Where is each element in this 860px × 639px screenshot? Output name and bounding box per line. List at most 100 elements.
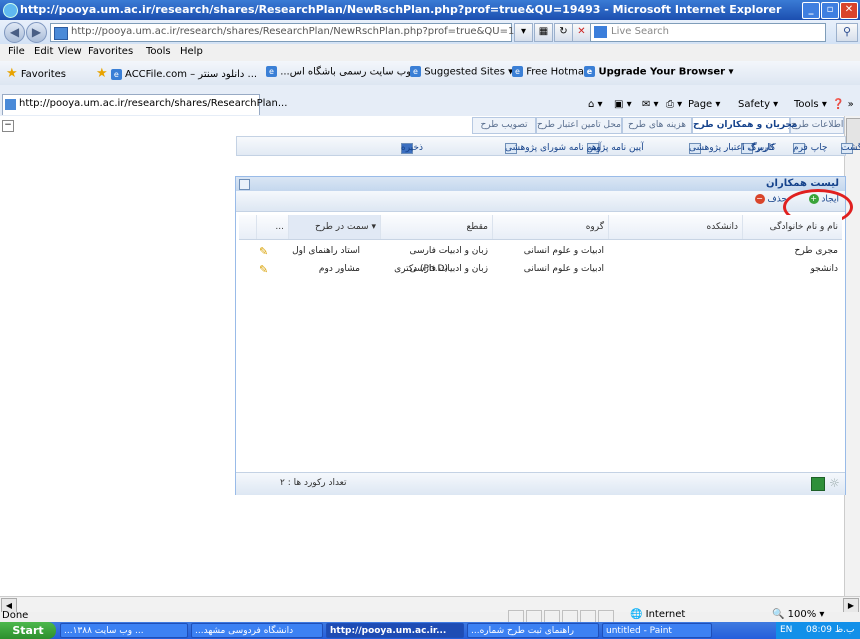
fav-item-free-hotmail[interactable]: e Free Hotmail [512, 66, 590, 78]
window-title: http://pooya.um.ac.ir/research/shares/Re… [20, 3, 782, 16]
compatibility-icon[interactable]: ▦ [534, 23, 553, 42]
minimize-button[interactable]: _ [802, 2, 820, 19]
app-toolbar: بازگشت چاپ فرم کاربرگ ۱ کاربرگ اعتبار پژ… [236, 136, 860, 156]
cell-degree: دکتری (Ph.D) [394, 264, 448, 274]
safety-menu[interactable]: Safety ▾ [738, 99, 778, 110]
address-dropdown-button[interactable]: ▾ [514, 23, 533, 42]
page-menu[interactable]: Page ▾ [688, 99, 720, 110]
menu-tools[interactable]: Tools [146, 46, 171, 57]
address-row: ◀ ▶ http://pooya.um.ac.ir/research/share… [0, 20, 860, 44]
language-indicator[interactable]: EN [780, 622, 792, 639]
tab-row: http://pooya.um.ac.ir/research/shares/Re… [0, 85, 860, 117]
stop-icon[interactable]: ✕ [572, 23, 591, 42]
excel-export-icon[interactable] [811, 477, 825, 491]
table-row[interactable]: مجری طرح ادبیات و علوم انسانی زبان و ادب… [239, 243, 842, 259]
edit-icon[interactable]: ✎ [259, 245, 268, 258]
task-item[interactable]: ...دانشگاه فردوسی مشهد [191, 623, 323, 638]
back-button[interactable]: ◀ [4, 22, 25, 43]
vertical-scrollbar[interactable] [844, 116, 860, 596]
col-role[interactable]: سمت در طرح ▾ [288, 215, 380, 239]
col-faculty[interactable]: دانشکده [608, 215, 742, 239]
delete-icon: − [754, 194, 765, 204]
close-button[interactable]: ✕ [840, 2, 858, 19]
scroll-right-icon[interactable]: ▶ [843, 598, 859, 613]
home-icon[interactable]: ⌂ ▾ [588, 99, 603, 110]
page-icon [54, 27, 68, 40]
panel-collapse-icon[interactable] [239, 179, 250, 190]
system-tray: EN 08:09 ب.ظ [776, 622, 860, 639]
search-input[interactable]: Live Search [590, 23, 826, 42]
forward-button[interactable]: ▶ [26, 22, 47, 43]
cell-role: مشاور دوم [318, 264, 360, 274]
app-tabs: اطلاعات طرح مجریان و همکاران طرح هزینه ه… [440, 117, 844, 134]
menu-edit[interactable]: Edit [34, 46, 53, 57]
cell-empty [608, 243, 612, 259]
live-search-icon [594, 26, 607, 38]
fav-item-upgrade-browser[interactable]: e Upgrade Your Browser ▾ [584, 66, 734, 78]
taskbar: Start ...وب سایت ۱۳۸۸ ... ...دانشگاه فرد… [0, 622, 860, 639]
fav-item-club-site[interactable]: e ...وب سایت رسمی باشگاه اس [266, 66, 411, 78]
panel-header: لیست همکاران [236, 177, 845, 191]
col-more[interactable]: ... [256, 215, 288, 239]
tab-collaborators[interactable]: مجریان و همکاران طرح [692, 117, 798, 134]
task-item[interactable]: ...راهنمای ثبت طرح شماره [467, 623, 599, 638]
address-bar[interactable]: http://pooya.um.ac.ir/research/shares/Re… [50, 23, 540, 42]
cell-empty [608, 261, 612, 277]
ie-page-icon: e [584, 66, 595, 77]
table-row[interactable]: دانشجو ادبیات و علوم انسانی زبان و ادبیا… [239, 261, 842, 277]
tab-plan-info[interactable]: اطلاعات طرح [790, 117, 844, 134]
task-item[interactable]: ...وب سایت ۱۳۸۸ ... [60, 623, 188, 638]
ie-page-icon: e [110, 68, 122, 80]
menu-help[interactable]: Help [180, 46, 203, 57]
panel-title: لیست همکاران [765, 178, 839, 189]
add-favorite-icon: ★ [96, 66, 108, 81]
horizontal-scrollbar[interactable]: ◀ ▶ [0, 596, 860, 613]
tab-approval[interactable]: تصویب طرح [472, 117, 536, 134]
status-text: Done [2, 610, 29, 621]
favorites-button[interactable]: ★ Favorites [6, 66, 66, 81]
col-group[interactable]: گروه [492, 215, 608, 239]
ie-page-icon: e [266, 66, 277, 77]
task-item-active[interactable]: http://pooya.um.ac.ir... [326, 623, 464, 638]
tools-menu[interactable]: Tools ▾ [794, 99, 827, 110]
refresh-icon[interactable]: ↻ [554, 23, 573, 42]
maximize-button[interactable]: ▫ [821, 2, 839, 19]
cell-faculty: ادبیات و علوم انسانی [523, 246, 604, 256]
cell-name: مجری طرح [794, 246, 838, 256]
grid-header: نام و نام خانوادگی دانشکده گروه مقطع سمت… [239, 215, 842, 240]
collapse-icon[interactable]: − [2, 120, 14, 132]
browser-tab[interactable]: http://pooya.um.ac.ir/research/shares/Re… [2, 94, 287, 115]
print-icon[interactable]: ⎙ ▾ [666, 99, 682, 110]
clock: 08:09 ب.ظ [806, 625, 855, 635]
col-degree[interactable]: مقطع [380, 215, 492, 239]
security-zone[interactable]: 🌐 Internet [630, 609, 685, 620]
search-icon[interactable]: ⚲ [836, 23, 858, 42]
collaborators-panel: لیست همکاران − حذف + ایجاد نام و نام خان… [235, 176, 853, 495]
record-count: تعداد رکورد ها : ۲ [280, 478, 347, 488]
refresh-icon[interactable]: ☼ [829, 477, 841, 489]
menu-favorites[interactable]: Favorites [88, 46, 133, 57]
fav-item-accfile[interactable]: ★ e ACCFile.com – دانلود سنتر ... [96, 66, 257, 81]
address-url: http://pooya.um.ac.ir/research/shares/Re… [71, 26, 540, 37]
star-icon: ★ [6, 66, 18, 81]
mail-icon[interactable]: ✉ ▾ [642, 99, 659, 110]
col-name[interactable]: نام و نام خانوادگی [742, 215, 842, 239]
start-button[interactable]: Start [0, 622, 56, 639]
menu-file[interactable]: File [8, 46, 25, 57]
menu-view[interactable]: View [58, 46, 82, 57]
edit-icon[interactable]: ✎ [259, 263, 268, 276]
feeds-icon[interactable]: ▣ ▾ [614, 99, 632, 110]
fav-item-suggested-sites[interactable]: e Suggested Sites ▾ [410, 66, 513, 78]
tab-funding-source[interactable]: محل تامین اعتبار طرح [536, 117, 622, 134]
zoom-level[interactable]: 🔍 100% ▾ [772, 609, 824, 620]
cell-role: استاد راهنمای اول [292, 246, 360, 256]
ie-icon [3, 3, 18, 18]
cell-name: دانشجو [810, 264, 838, 274]
tab-costs[interactable]: هزینه های طرح [622, 117, 692, 134]
ie-page-icon: e [410, 66, 421, 77]
status-bar: Done 🌐 Internet 🔍 100% ▾ [0, 609, 860, 623]
ie-page-icon: e [512, 66, 523, 77]
cell-degree: - [444, 246, 448, 256]
help-icon[interactable]: ❓ » [832, 99, 854, 110]
task-item[interactable]: untitled - Paint [602, 623, 712, 638]
